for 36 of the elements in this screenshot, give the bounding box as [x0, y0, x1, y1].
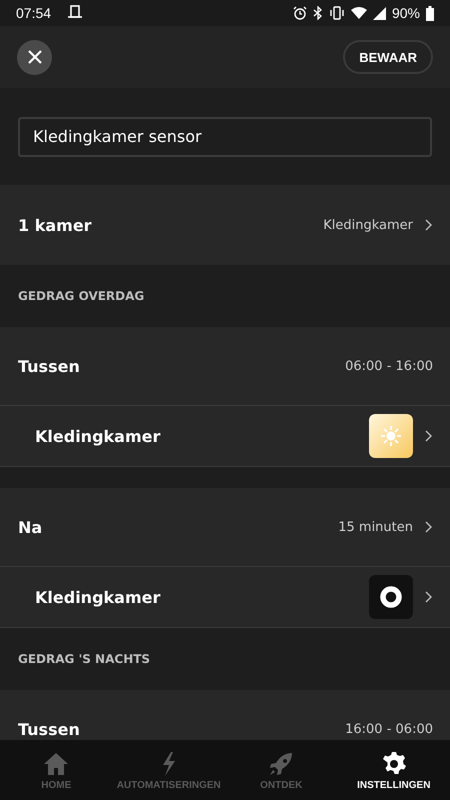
row-label: Tussen [18, 720, 81, 739]
row-label: Na [18, 518, 44, 536]
row-label: Kledingkamer [35, 426, 162, 446]
signal-icon [372, 6, 386, 20]
sun-icon [369, 414, 413, 458]
save-button[interactable]: BEWAAR [343, 40, 433, 74]
row-value: Kledingkamer [323, 218, 413, 232]
screen-cast-icon [67, 5, 84, 21]
row-value: 06:00 - 16:00 [345, 358, 433, 374]
battery-icon [426, 6, 434, 20]
ring-icon [369, 575, 413, 619]
close-icon [28, 50, 42, 64]
battery-percent: 90% [392, 5, 420, 21]
chevron-icon [425, 591, 433, 603]
setting-row[interactable]: Na 15 minuten [0, 488, 450, 567]
scene-row[interactable]: Kledingkamer [0, 567, 450, 628]
nav-tab[interactable]: INSTELLINGEN [338, 740, 450, 800]
wifi-icon [350, 7, 367, 19]
row-label: Kledingkamer [35, 588, 162, 606]
row-label: Tussen [18, 356, 81, 376]
setting-row[interactable]: Tussen 16:00 - 06:00 [0, 690, 450, 740]
close-button[interactable] [17, 40, 52, 74]
status-time: 07:54 [16, 5, 52, 21]
name-field[interactable]: Kledingkamer sensor [18, 116, 432, 156]
row-label: 1 kamer [18, 216, 93, 234]
chevron-icon [425, 219, 433, 231]
scene-row[interactable]: Kledingkamer [0, 406, 450, 467]
bluetooth-icon [312, 6, 323, 20]
alarm-icon [292, 6, 307, 20]
setting-row[interactable]: Tussen 06:00 - 16:00 [0, 327, 450, 406]
section-title: GEDRAG OVERDAG [17, 288, 146, 305]
row-value: 15 minuten [338, 520, 413, 534]
vibrate-icon [328, 6, 345, 20]
chevron-icon [425, 430, 433, 442]
section-title: GEDRAG 'S NACHTS [17, 651, 152, 668]
row-value: 16:00 - 06:00 [345, 722, 433, 737]
